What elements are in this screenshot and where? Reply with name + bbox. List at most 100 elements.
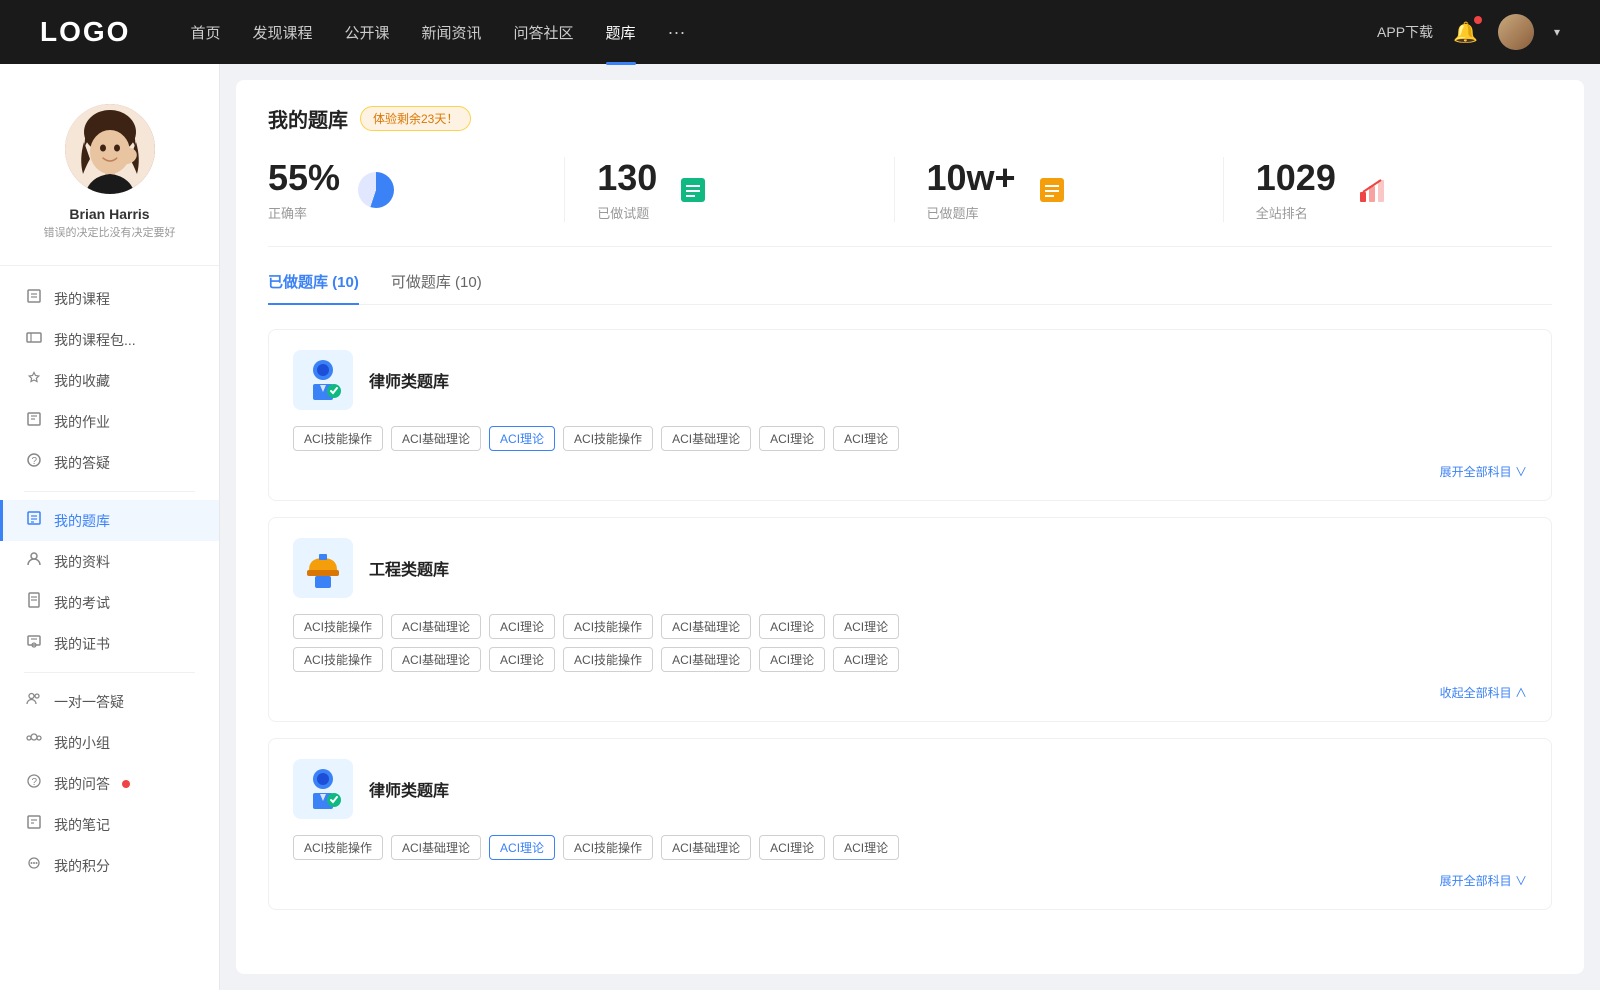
questions-icon: ? xyxy=(24,452,44,473)
l2-tag-2[interactable]: ACI基础理论 xyxy=(391,835,481,860)
navbar: LOGO 首页 发现课程 公开课 新闻资讯 问答社区 题库 ··· APP下载 … xyxy=(0,0,1600,64)
eng-tag-3[interactable]: ACI理论 xyxy=(489,614,555,639)
eng-tag-r2-3[interactable]: ACI理论 xyxy=(489,647,555,672)
bank-title-lawyer-1: 律师类题库 xyxy=(369,368,449,392)
user-menu-chevron[interactable]: ▾ xyxy=(1554,25,1560,39)
eng-tag-4[interactable]: ACI技能操作 xyxy=(563,614,653,639)
pie-chart-icon xyxy=(358,172,394,208)
notification-bell[interactable]: 🔔 xyxy=(1453,20,1478,45)
sidebar-item-my-courses[interactable]: 我的课程 xyxy=(0,278,219,319)
answers-badge xyxy=(122,780,130,788)
bank-card-lawyer-1-header: 律师类题库 xyxy=(293,350,1527,410)
avatar-illustration xyxy=(65,104,155,194)
sidebar-item-exam[interactable]: 我的考试 xyxy=(0,582,219,623)
main-content: 我的题库 体验剩余23天！ 55% 正确率 130 已做试题 xyxy=(236,80,1584,974)
nav-link-news[interactable]: 新闻资讯 xyxy=(422,22,482,43)
profile-motto: 错误的决定比没有决定要好 xyxy=(44,226,176,241)
sidebar-item-homework[interactable]: 我的作业 xyxy=(0,401,219,442)
cert-icon xyxy=(24,633,44,654)
notes-yellow-icon xyxy=(1036,174,1068,206)
l2-tag-6[interactable]: ACI理论 xyxy=(759,835,825,860)
eng-tag-r2-4[interactable]: ACI技能操作 xyxy=(563,647,653,672)
nav-link-open[interactable]: 公开课 xyxy=(344,22,389,43)
eng-tag-r2-7[interactable]: ACI理论 xyxy=(833,647,899,672)
stat-done-questions-number: 130 xyxy=(597,157,657,199)
svg-text:?: ? xyxy=(32,777,38,788)
tag-aci-theory-1[interactable]: ACI理论 xyxy=(489,426,555,451)
nav-logo[interactable]: LOGO xyxy=(40,16,130,48)
sidebar-label-profile: 我的资料 xyxy=(54,552,110,572)
tag-aci-skill-1[interactable]: ACI技能操作 xyxy=(293,426,383,451)
sidebar-menu: 我的课程 我的课程包... 我的收藏 我的作业 xyxy=(0,266,219,898)
sidebar-item-my-packages[interactable]: 我的课程包... xyxy=(0,319,219,360)
eng-tag-r2-6[interactable]: ACI理论 xyxy=(759,647,825,672)
l2-tag-3[interactable]: ACI理论 xyxy=(489,835,555,860)
tabs: 已做题库 (10) 可做题库 (10) xyxy=(268,271,1552,305)
stat-accuracy-label: 正确率 xyxy=(268,203,340,222)
eng-tag-2[interactable]: ACI基础理论 xyxy=(391,614,481,639)
sidebar-item-bank[interactable]: 我的题库 xyxy=(0,500,219,541)
nav-link-home[interactable]: 首页 xyxy=(190,22,220,43)
sidebar-profile: Brian Harris 错误的决定比没有决定要好 xyxy=(0,84,219,266)
sidebar-label-bank: 我的题库 xyxy=(54,511,110,531)
tag-aci-theory-3[interactable]: ACI理论 xyxy=(833,426,899,451)
tag-aci-theory-base-2[interactable]: ACI基础理论 xyxy=(661,426,751,451)
tab-available[interactable]: 可做题库 (10) xyxy=(391,271,482,304)
sidebar-item-favorites[interactable]: 我的收藏 xyxy=(0,360,219,401)
nav-link-qa[interactable]: 问答社区 xyxy=(514,22,574,43)
l2-tag-1[interactable]: ACI技能操作 xyxy=(293,835,383,860)
l2-tag-4[interactable]: ACI技能操作 xyxy=(563,835,653,860)
bank-card-footer-lawyer-2[interactable]: 展开全部科目 ∨ xyxy=(293,872,1527,889)
eng-tag-r2-5[interactable]: ACI基础理论 xyxy=(661,647,751,672)
stat-done-questions: 130 已做试题 xyxy=(565,157,894,222)
bank-card-engineer-header: 工程类题库 xyxy=(293,538,1527,598)
stat-accuracy-number: 55% xyxy=(268,157,340,199)
engineer-bank-icon xyxy=(293,538,353,598)
favorites-icon xyxy=(24,370,44,391)
user-avatar[interactable] xyxy=(1498,14,1534,50)
sidebar-label-points: 我的积分 xyxy=(54,856,110,876)
tab-done[interactable]: 已做题库 (10) xyxy=(268,271,359,304)
lawyer-icon-svg xyxy=(299,356,347,404)
sidebar-item-cert[interactable]: 我的证书 xyxy=(0,623,219,664)
stat-done-banks-label: 已做题库 xyxy=(927,203,1016,222)
done-questions-icon xyxy=(673,170,713,210)
tag-aci-theory-base-1[interactable]: ACI基础理论 xyxy=(391,426,481,451)
tag-aci-skill-2[interactable]: ACI技能操作 xyxy=(563,426,653,451)
nav-link-bank[interactable]: 题库 xyxy=(606,22,636,43)
eng-tag-5[interactable]: ACI基础理论 xyxy=(661,614,751,639)
eng-tag-r2-2[interactable]: ACI基础理论 xyxy=(391,647,481,672)
bank-card-footer-1[interactable]: 展开全部科目 ∨ xyxy=(293,463,1527,480)
bell-icon: 🔔 xyxy=(1453,22,1478,44)
stat-ranking-number: 1029 xyxy=(1256,157,1336,199)
sidebar-item-group[interactable]: 我的小组 xyxy=(0,722,219,763)
nav-more[interactable]: ··· xyxy=(668,22,686,43)
sidebar-label-answers: 我的问答 xyxy=(54,774,110,794)
eng-tag-7[interactable]: ACI理论 xyxy=(833,614,899,639)
eng-tag-6[interactable]: ACI理论 xyxy=(759,614,825,639)
sidebar-label-questions: 我的答疑 xyxy=(54,453,110,473)
packages-icon xyxy=(24,329,44,350)
nav-link-courses[interactable]: 发现课程 xyxy=(252,22,312,43)
page-header: 我的题库 体验剩余23天！ xyxy=(268,104,1552,133)
sidebar-item-points[interactable]: 我的积分 xyxy=(0,845,219,886)
l2-tag-7[interactable]: ACI理论 xyxy=(833,835,899,860)
stat-accuracy-text: 55% 正确率 xyxy=(268,157,340,222)
lawyer-bank-icon-2 xyxy=(293,759,353,819)
eng-tag-r2-1[interactable]: ACI技能操作 xyxy=(293,647,383,672)
sidebar-divider-1 xyxy=(24,491,195,492)
sidebar-item-answers[interactable]: ? 我的问答 xyxy=(0,763,219,804)
sidebar-item-1on1[interactable]: 一对一答疑 xyxy=(0,681,219,722)
app-download-button[interactable]: APP下载 xyxy=(1377,22,1433,42)
profile-icon xyxy=(24,551,44,572)
profile-avatar[interactable] xyxy=(65,104,155,194)
tag-aci-theory-2[interactable]: ACI理论 xyxy=(759,426,825,451)
bank-card-lawyer-1: 律师类题库 ACI技能操作 ACI基础理论 ACI理论 ACI技能操作 ACI基… xyxy=(268,329,1552,501)
eng-tag-1[interactable]: ACI技能操作 xyxy=(293,614,383,639)
sidebar-item-notes[interactable]: 我的笔记 xyxy=(0,804,219,845)
sidebar-item-profile[interactable]: 我的资料 xyxy=(0,541,219,582)
points-icon xyxy=(24,855,44,876)
l2-tag-5[interactable]: ACI基础理论 xyxy=(661,835,751,860)
sidebar-item-questions[interactable]: ? 我的答疑 xyxy=(0,442,219,483)
bank-card-footer-engineer[interactable]: 收起全部科目 ∧ xyxy=(293,684,1527,701)
